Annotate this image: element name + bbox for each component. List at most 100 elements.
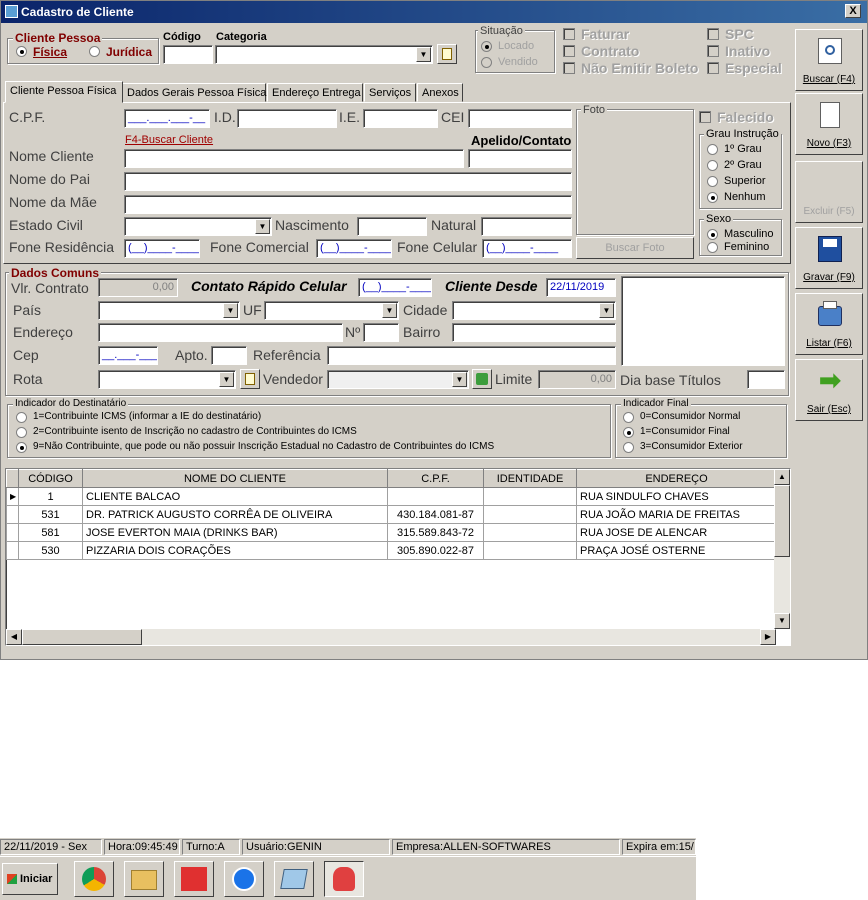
locado-radio[interactable] xyxy=(481,41,492,52)
explorer-taskbar-button[interactable] xyxy=(124,861,164,897)
pais-select[interactable]: ▼ xyxy=(98,301,240,320)
gravar-button[interactable]: Gravar (F9) xyxy=(795,227,863,289)
listar-button[interactable]: Listar (F6) xyxy=(795,293,863,355)
apto-input[interactable] xyxy=(211,346,247,365)
natural-input[interactable] xyxy=(481,217,572,236)
grid-header-codigo[interactable]: CÓDIGO xyxy=(18,469,83,488)
tab-dados-gerais[interactable]: Dados Gerais Pessoa Física xyxy=(122,83,266,102)
sair-button[interactable]: ➡ Sair (Esc) xyxy=(795,359,863,421)
close-button[interactable]: X xyxy=(845,4,861,18)
grau-2-radio[interactable] xyxy=(707,160,718,171)
nome-mae-input[interactable] xyxy=(124,195,572,214)
uf-select[interactable]: ▼ xyxy=(264,301,399,320)
table-row[interactable]: 531 DR. PATRICK AUGUSTO CORRÊA DE OLIVEI… xyxy=(6,505,777,524)
consumidor-normal-radio[interactable] xyxy=(623,412,634,423)
nome-cliente-input[interactable] xyxy=(124,149,464,168)
sexo-feminino-radio[interactable] xyxy=(707,242,718,253)
codigo-input[interactable] xyxy=(163,45,213,64)
grid-header-endereco[interactable]: ENDEREÇO xyxy=(576,469,777,488)
notes-taskbar-button[interactable] xyxy=(274,861,314,897)
scroll-right-icon[interactable]: ▶ xyxy=(760,629,776,645)
id-input[interactable] xyxy=(237,109,337,128)
buscar-foto-button[interactable]: Buscar Foto xyxy=(576,237,694,259)
contato-rapido-input[interactable]: (__)____-____ xyxy=(358,278,432,297)
tab-endereco-entrega[interactable]: Endereço Entrega xyxy=(267,83,363,102)
bairro-input[interactable] xyxy=(452,323,616,342)
consumidor-exterior-radio[interactable] xyxy=(623,442,634,453)
grid-header-cpf[interactable]: C.P.F. xyxy=(387,469,484,488)
cei-input[interactable] xyxy=(468,109,572,128)
hscroll-thumb[interactable] xyxy=(22,629,142,645)
categoria-select[interactable]: ▼ xyxy=(215,45,433,64)
grid-header-nome[interactable]: NOME DO CLIENTE xyxy=(82,469,388,488)
cep-input[interactable]: __.___-___ xyxy=(98,346,158,365)
novo-button[interactable]: Novo (F3) xyxy=(795,93,863,155)
app-taskbar-button[interactable] xyxy=(324,861,364,897)
horizontal-scrollbar[interactable]: ◀ ▶ xyxy=(6,629,776,645)
table-row[interactable]: 581 JOSE EVERTON MAIA (DRINKS BAR) 315.5… xyxy=(6,523,777,542)
dia-base-input[interactable] xyxy=(747,370,785,389)
rota-select[interactable]: ▼ xyxy=(98,370,236,389)
cpf-input[interactable]: ___.___.___-__ xyxy=(124,109,210,128)
numero-input[interactable] xyxy=(363,323,399,342)
inativo-checkbox[interactable] xyxy=(707,45,719,57)
ie-input[interactable] xyxy=(363,109,438,128)
fisica-radio[interactable] xyxy=(16,46,27,57)
destinatario-2-radio[interactable] xyxy=(16,427,27,438)
endereco-input[interactable] xyxy=(98,323,343,342)
grau-nenhum-radio[interactable] xyxy=(707,192,718,203)
contrato-checkbox[interactable] xyxy=(563,45,575,57)
table-row[interactable]: ▶ 1 CLIENTE BALCAO RUA SINDULFO CHAVES xyxy=(6,487,777,506)
spc-label: SPC xyxy=(725,26,754,42)
vlr-contrato-input[interactable]: 0,00 xyxy=(98,278,178,297)
juridica-radio[interactable] xyxy=(89,46,100,57)
vendido-radio[interactable] xyxy=(481,57,492,68)
fone-residencia-input[interactable]: (__)____-____ xyxy=(124,239,200,258)
grau-1-radio[interactable] xyxy=(707,144,718,155)
rota-add-button[interactable] xyxy=(240,369,260,389)
cliente-desde-input[interactable]: 22/11/2019 xyxy=(546,278,616,297)
vertical-scrollbar[interactable]: ▲ ▼ xyxy=(774,469,790,629)
especial-checkbox[interactable] xyxy=(707,62,719,74)
juridica-label[interactable]: Jurídica xyxy=(106,45,152,59)
nao-emitir-boleto-checkbox[interactable] xyxy=(563,62,575,74)
scroll-left-icon[interactable]: ◀ xyxy=(6,629,22,645)
falecido-checkbox[interactable] xyxy=(699,111,711,123)
vendedor-select[interactable]: ▼ xyxy=(327,370,469,389)
limite-input[interactable]: 0,00 xyxy=(538,370,616,389)
categoria-add-button[interactable] xyxy=(437,44,457,64)
tab-servicos[interactable]: Serviços xyxy=(364,83,416,102)
grid-header-identidade[interactable]: IDENTIDADE xyxy=(483,469,577,488)
referencia-input[interactable] xyxy=(327,346,616,365)
nome-pai-input[interactable] xyxy=(124,172,572,191)
chrome-taskbar-button[interactable] xyxy=(74,861,114,897)
consumidor-final-radio[interactable] xyxy=(623,427,634,438)
sexo-masculino-radio[interactable] xyxy=(707,229,718,240)
faturar-checkbox[interactable] xyxy=(563,28,575,40)
fone-celular-input[interactable]: (__)____-____ xyxy=(482,239,572,258)
anydesk-taskbar-button[interactable] xyxy=(174,861,214,897)
destinatario-9-radio[interactable] xyxy=(16,442,27,453)
teamviewer-taskbar-button[interactable] xyxy=(224,861,264,897)
excluir-button[interactable]: Excluir (F5) xyxy=(795,161,863,223)
tab-anexos[interactable]: Anexos xyxy=(417,83,463,102)
estado-civil-select[interactable]: ▼ xyxy=(124,217,272,236)
vendedor-refresh-button[interactable] xyxy=(472,369,492,389)
grau-superior-radio[interactable] xyxy=(707,176,718,187)
start-button[interactable]: Iniciar xyxy=(2,863,58,895)
apelido-input[interactable] xyxy=(468,149,572,168)
scroll-thumb[interactable] xyxy=(774,485,790,557)
nascimento-input[interactable] xyxy=(357,217,427,236)
table-row[interactable]: 530 PIZZARIA DOIS CORAÇÕES 305.890.022-8… xyxy=(6,541,777,560)
scroll-up-icon[interactable]: ▲ xyxy=(774,469,790,485)
scroll-down-icon[interactable]: ▼ xyxy=(774,613,790,629)
destinatario-1-radio[interactable] xyxy=(16,412,27,423)
fisica-label[interactable]: Física xyxy=(33,45,67,59)
spc-checkbox[interactable] xyxy=(707,28,719,40)
cidade-select[interactable]: ▼ xyxy=(452,301,616,320)
buscar-cliente-link[interactable]: F4-Buscar Cliente xyxy=(125,134,213,146)
tab-cliente-pessoa-fisica[interactable]: Cliente Pessoa Física xyxy=(5,81,123,103)
fone-comercial-input[interactable]: (__)____-____ xyxy=(316,239,392,258)
observacoes-textarea[interactable] xyxy=(621,276,785,366)
buscar-button[interactable]: Buscar (F4) xyxy=(795,29,863,91)
